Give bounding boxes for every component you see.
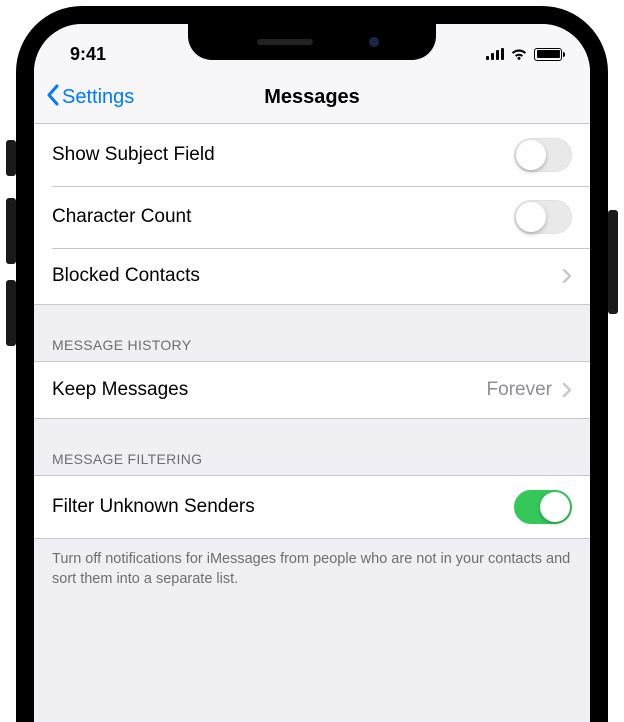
- speaker-grille: [257, 39, 313, 45]
- front-camera: [369, 37, 379, 47]
- back-button[interactable]: Settings: [46, 84, 134, 112]
- volume-down-button: [6, 280, 16, 346]
- wifi-icon: [510, 47, 528, 61]
- screen: 9:41 Settings M: [34, 24, 590, 722]
- switch-filter-unknown-senders[interactable]: [514, 490, 572, 524]
- switch-show-subject-field[interactable]: [514, 138, 572, 172]
- volume-up-button: [6, 198, 16, 264]
- mute-switch: [6, 140, 16, 176]
- row-label: Keep Messages: [52, 379, 188, 401]
- row-label: Show Subject Field: [52, 144, 215, 166]
- group-message-filtering: MESSAGE FILTERING Filter Unknown Senders…: [34, 419, 590, 610]
- switch-character-count[interactable]: [514, 200, 572, 234]
- group-message-history: MESSAGE HISTORY Keep Messages Forever: [34, 305, 590, 419]
- row-label: Blocked Contacts: [52, 265, 200, 287]
- battery-icon: [534, 48, 562, 61]
- group-header-history: MESSAGE HISTORY: [34, 305, 590, 361]
- group-general: Show Subject Field Character Count Block…: [34, 124, 590, 305]
- phone-body: 9:41 Settings M: [16, 6, 608, 722]
- row-blocked-contacts[interactable]: Blocked Contacts: [34, 248, 590, 304]
- chevron-right-icon: [562, 268, 572, 284]
- notch: [188, 24, 436, 60]
- row-filter-unknown-senders[interactable]: Filter Unknown Senders: [34, 476, 590, 538]
- device-frame: 9:41 Settings M: [0, 0, 624, 722]
- row-character-count[interactable]: Character Count: [34, 186, 590, 248]
- power-button: [608, 210, 618, 314]
- status-time: 9:41: [70, 44, 106, 65]
- chevron-left-icon: [46, 84, 60, 112]
- settings-list[interactable]: Show Subject Field Character Count Block…: [34, 124, 590, 610]
- chevron-right-icon: [562, 382, 572, 398]
- row-label: Filter Unknown Senders: [52, 496, 255, 518]
- cellular-signal-icon: [486, 48, 504, 60]
- group-footer-filtering: Turn off notifications for iMessages fro…: [34, 539, 590, 610]
- row-value: Forever: [487, 379, 552, 401]
- status-indicators: [486, 47, 562, 61]
- row-show-subject-field[interactable]: Show Subject Field: [34, 124, 590, 186]
- back-label: Settings: [62, 86, 134, 109]
- row-label: Character Count: [52, 206, 191, 228]
- group-header-filtering: MESSAGE FILTERING: [34, 419, 590, 475]
- nav-bar: Settings Messages: [34, 72, 590, 124]
- row-keep-messages[interactable]: Keep Messages Forever: [34, 362, 590, 418]
